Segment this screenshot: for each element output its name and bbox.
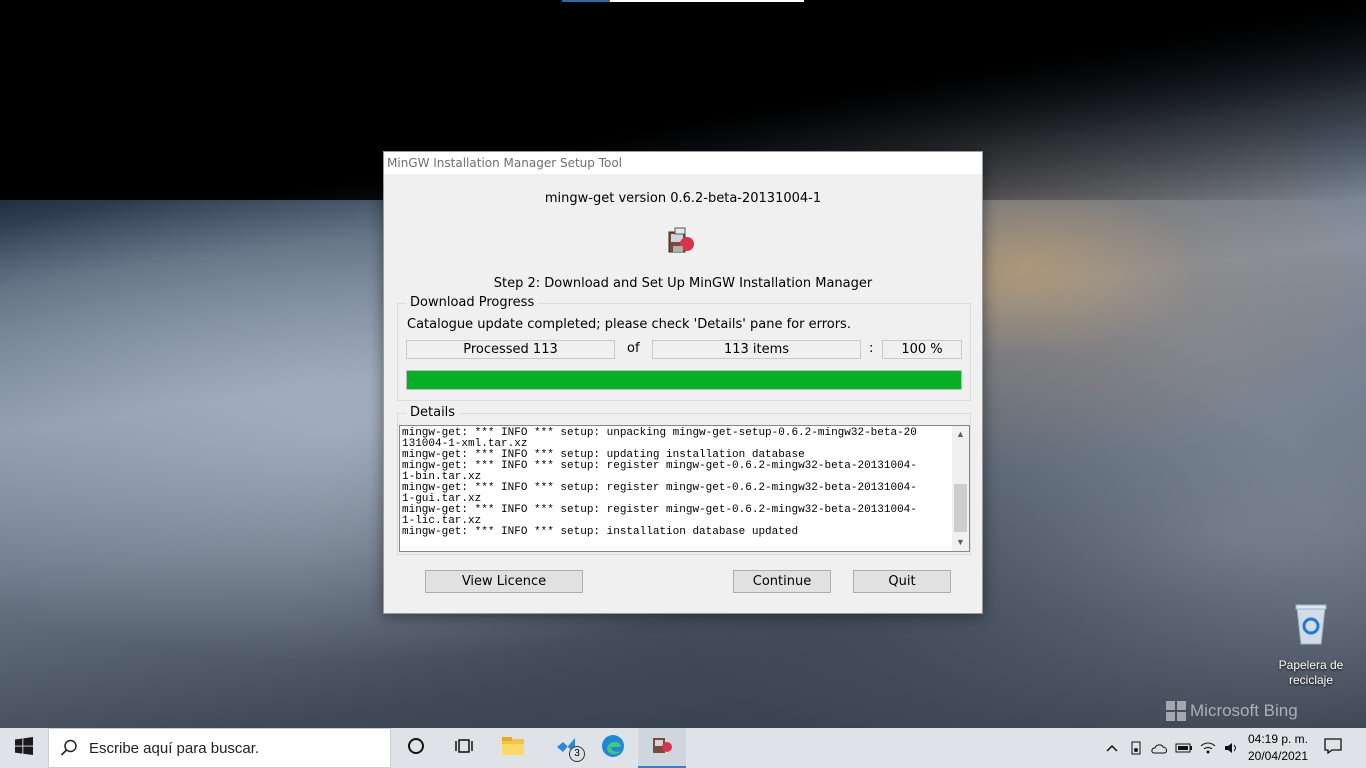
battery-icon[interactable] (1172, 742, 1196, 754)
task-view-button[interactable] (440, 728, 488, 768)
start-button[interactable] (0, 728, 48, 768)
scroll-thumb[interactable] (954, 484, 967, 532)
colon-label: : (869, 341, 874, 356)
notification-icon (1324, 737, 1342, 759)
clock-time: 04:19 p. m. (1247, 732, 1309, 746)
edge-button[interactable] (589, 728, 637, 768)
total-items: 113 items (652, 340, 861, 359)
log-line: mingw-get: *** INFO *** setup: installat… (402, 526, 799, 538)
system-tray (1100, 728, 1244, 768)
edge-icon (601, 734, 625, 763)
bing-watermark: Microsoft Bing (1166, 701, 1298, 721)
windows-start-icon (15, 736, 33, 760)
taskbar: Escribe aquí para buscar. 3 04:19 p. m. … (0, 728, 1366, 768)
file-explorer-button[interactable] (489, 728, 537, 768)
progress-bar (406, 370, 962, 390)
search-icon (49, 739, 89, 757)
view-licence-button[interactable]: View Licence (425, 570, 583, 593)
chevron-up-icon[interactable] (1100, 744, 1124, 752)
details-label: Details (406, 405, 460, 420)
progress-fill (407, 371, 961, 389)
mingw-task-button[interactable] (638, 728, 686, 768)
details-log[interactable]: mingw-get: *** INFO *** setup: unpacking… (399, 425, 970, 552)
search-placeholder: Escribe aquí para buscar. (89, 739, 260, 757)
percent-label: 100 % (882, 340, 962, 359)
vscode-window-count: 3 (569, 746, 585, 762)
step-label: Step 2: Download and Set Up MinGW Instal… (493, 276, 873, 291)
log-lines: mingw-get: *** INFO *** setup: unpacking… (402, 428, 952, 538)
recycle-bin[interactable]: Papelera de reciclaje (1275, 602, 1347, 688)
log-line: mingw-get: *** INFO *** setup: register … (402, 504, 917, 516)
log-line: mingw-get: *** INFO *** setup: register … (402, 460, 917, 472)
status-text: Catalogue update completed; please check… (407, 317, 851, 332)
device-icon[interactable] (1124, 741, 1148, 755)
clock-date: 20/04/2021 (1247, 749, 1309, 763)
cortana-icon (407, 737, 425, 760)
download-progress-group: Download Progress Catalogue update compl… (397, 295, 971, 401)
notification-center-button[interactable] (1318, 728, 1348, 768)
onedrive-icon[interactable] (1148, 742, 1172, 754)
wifi-icon[interactable] (1196, 741, 1220, 755)
dialog-title[interactable]: MinGW Installation Manager Setup Tool (384, 152, 982, 174)
cortana-button[interactable] (392, 728, 440, 768)
scroll-down-icon[interactable]: ▼ (952, 534, 969, 551)
continue-button[interactable]: Continue (733, 570, 831, 593)
log-line: mingw-get: *** INFO *** setup: register … (402, 482, 917, 494)
mingw-icon (650, 733, 674, 762)
microsoft-logo-icon (1166, 701, 1186, 721)
vscode-button[interactable]: 3 (542, 728, 590, 768)
log-scrollbar[interactable]: ▲ ▼ (952, 426, 969, 551)
download-progress-label: Download Progress (406, 295, 539, 310)
mingw-icon (665, 226, 697, 258)
recycle-bin-label: Papelera de reciclaje (1278, 658, 1344, 687)
details-group: Details mingw-get: *** INFO *** setup: u… (397, 405, 971, 555)
mingw-setup-dialog: MinGW Installation Manager Setup Tool mi… (383, 151, 983, 614)
version-label: mingw-get version 0.6.2-beta-20131004-1 (544, 191, 822, 206)
top-edge-strip (562, 0, 804, 2)
volume-icon[interactable] (1220, 741, 1244, 755)
scroll-up-icon[interactable]: ▲ (952, 426, 969, 443)
taskbar-clock[interactable]: 04:19 p. m. 20/04/2021 (1243, 731, 1313, 765)
of-label: of (627, 341, 640, 356)
quit-button[interactable]: Quit (853, 570, 951, 593)
watermark-text: Microsoft Bing (1190, 701, 1298, 720)
recycle-bin-icon (1291, 602, 1331, 646)
task-view-icon (454, 737, 474, 760)
processed-count: Processed 113 (406, 340, 615, 359)
file-explorer-icon (501, 736, 525, 761)
taskbar-search[interactable]: Escribe aquí para buscar. (48, 728, 391, 768)
